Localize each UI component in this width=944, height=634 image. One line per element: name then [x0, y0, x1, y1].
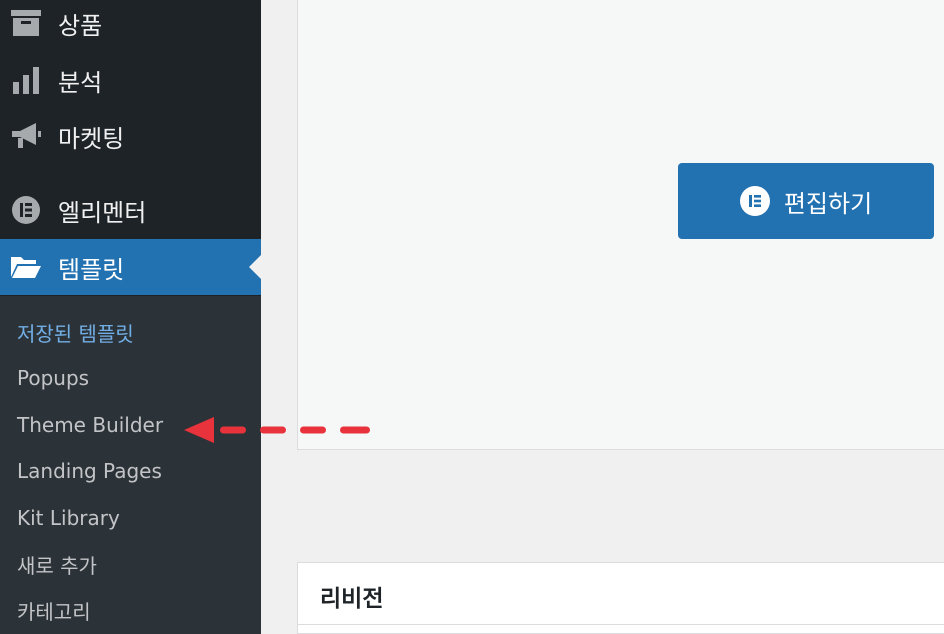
- submenu-add-new[interactable]: 새로 추가: [17, 550, 97, 579]
- templates-submenu: 저장된 템플릿 Popups Theme Builder Landing Pag…: [0, 296, 261, 634]
- menu-item-marketing[interactable]: 마켓팅: [0, 108, 261, 164]
- revisions-panel: 리비전: [297, 562, 944, 634]
- menu-label: 엘리멘터: [58, 198, 147, 227]
- admin-sidebar: 상품 분석 마켓팅 엘리멘터 템플릿 저장된 템플릿 Popups Theme …: [0, 0, 261, 634]
- revisions-title: 리비전: [320, 586, 384, 612]
- divider: [298, 624, 944, 625]
- menu-label: 마켓팅: [58, 124, 125, 153]
- annotation-arrow-icon: [184, 417, 370, 443]
- menu-label: 분석: [58, 68, 103, 97]
- elementor-icon: [739, 186, 770, 216]
- archive-icon: [10, 7, 42, 39]
- submenu-popups[interactable]: Popups: [17, 366, 89, 390]
- submenu-categories[interactable]: 카테고리: [17, 596, 91, 625]
- submenu-saved-templates[interactable]: 저장된 템플릿: [17, 318, 134, 347]
- bar-chart-icon: [10, 64, 42, 96]
- active-indicator: [249, 255, 261, 279]
- submenu-landing-pages[interactable]: Landing Pages: [17, 459, 162, 483]
- menu-item-products[interactable]: 상품: [0, 0, 261, 51]
- folder-open-icon: [10, 251, 42, 283]
- menu-item-analytics[interactable]: 분석: [0, 52, 261, 108]
- megaphone-icon: [10, 120, 42, 152]
- edit-with-elementor-button[interactable]: 편집하기: [678, 163, 934, 239]
- menu-item-elementor[interactable]: 엘리멘터: [0, 182, 261, 238]
- submenu-theme-builder[interactable]: Theme Builder: [17, 413, 163, 437]
- submenu-kit-library[interactable]: Kit Library: [17, 506, 120, 530]
- elementor-icon: [10, 194, 42, 226]
- menu-label: 템플릿: [58, 255, 125, 284]
- edit-button-label: 편집하기: [783, 189, 873, 218]
- menu-label: 상품: [58, 11, 103, 40]
- menu-item-templates[interactable]: 템플릿: [0, 239, 261, 295]
